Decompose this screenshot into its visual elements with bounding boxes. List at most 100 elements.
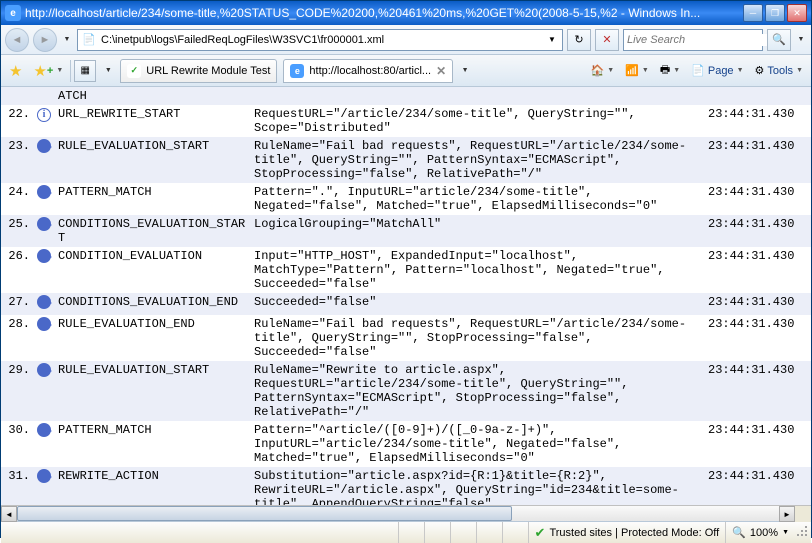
minimize-button[interactable]: ─ <box>743 4 763 22</box>
address-bar[interactable]: 📄 ▼ <box>77 29 563 51</box>
trace-bullet-icon <box>37 469 51 483</box>
tab-1[interactable]: ✓ URL Rewrite Module Test <box>120 59 277 83</box>
scroll-thumb[interactable] <box>17 506 512 521</box>
scroll-left-button[interactable]: ◄ <box>1 506 17 522</box>
row-icon <box>33 215 55 247</box>
zoom-value: 100% <box>750 527 778 539</box>
table-row: 24.PATTERN_MATCHPattern=".", InputURL="a… <box>1 183 811 215</box>
event-time: 23:44:31.430 <box>705 105 811 137</box>
table-row: 28. RULE_EVALUATION_ENDRuleName="Fail bad… <box>1 315 811 361</box>
event-time: 23:44:31.430 <box>705 315 811 361</box>
row-icon <box>33 293 55 315</box>
address-dropdown[interactable]: ▼ <box>544 35 560 44</box>
horizontal-scrollbar[interactable]: ◄ ► <box>1 505 811 521</box>
refresh-button[interactable]: ↻ <box>567 29 591 51</box>
event-description: LogicalGrouping="MatchAll" <box>251 215 705 247</box>
row-number: 30. <box>1 421 33 467</box>
event-name: URL_REWRITE_START <box>55 105 251 137</box>
tab-2[interactable]: e http://localhost:80/articl... ✕ <box>283 59 453 83</box>
event-description: RuleName="Fail bad requests", RequestURL… <box>251 315 705 361</box>
event-description: RuleName="Fail bad requests", RequestURL… <box>251 137 705 183</box>
check-icon: ✔ <box>535 525 546 541</box>
resize-grip[interactable] <box>795 526 811 540</box>
trace-bullet-icon <box>37 185 51 199</box>
table-row: 29.RULE_EVALUATION_STARTRuleName="Rewrit… <box>1 361 811 421</box>
event-name: RULE_EVALUATION_START <box>55 361 251 421</box>
event-description: RuleName="Rewrite to article.aspx", Requ… <box>251 361 705 421</box>
tab-label: http://localhost:80/articl... <box>309 65 431 77</box>
statusbar: ✔ Trusted sites | Protected Mode: Off 🔍 … <box>1 521 811 543</box>
table-row: 30.PATTERN_MATCHPattern="^article/([0-9]… <box>1 421 811 467</box>
ie-icon: e <box>290 64 304 78</box>
history-dropdown[interactable]: ▼ <box>61 30 73 50</box>
event-name: CONDITIONS_EVALUATION_END <box>55 293 251 315</box>
event-name: RULE_EVALUATION_START <box>55 137 251 183</box>
event-time <box>705 87 811 105</box>
home-button[interactable]: 🏠▼ <box>587 60 619 82</box>
event-description: Pattern=".", InputURL="article/234/some-… <box>251 183 705 215</box>
scroll-right-button[interactable]: ► <box>779 506 795 522</box>
status-panel <box>424 522 450 543</box>
table-row: 26.CONDITION_EVALUATIONInput="HTTP_HOST"… <box>1 247 811 293</box>
search-provider-dropdown[interactable]: ▼ <box>795 30 807 50</box>
back-button[interactable]: ◄ <box>5 28 29 52</box>
event-time: 23:44:31.430 <box>705 293 811 315</box>
chevron-down-icon[interactable]: ▼ <box>782 529 789 536</box>
add-favorite-button[interactable]: ★+▼ <box>29 60 67 82</box>
page-menu[interactable]: 📄Page▼ <box>687 60 747 82</box>
separator <box>70 60 71 82</box>
event-description: Input="HTTP_HOST", ExpandedInput="localh… <box>251 247 705 293</box>
address-input[interactable] <box>98 34 544 46</box>
forward-button[interactable]: ► <box>33 28 57 52</box>
row-icon <box>33 137 55 183</box>
table-row: 27.CONDITIONS_EVALUATION_ENDSucceeded="f… <box>1 293 811 315</box>
status-panel <box>398 522 424 543</box>
event-name: PATTERN_MATCH <box>55 421 251 467</box>
event-name: REWRITE_ACTION <box>55 467 251 505</box>
zoom-icon: 🔍 <box>732 526 746 539</box>
event-time: 23:44:31.430 <box>705 467 811 505</box>
restore-button[interactable]: ❐ <box>765 4 785 22</box>
row-icon <box>33 87 55 105</box>
ie-icon: ✓ <box>127 64 141 78</box>
row-number: 22. <box>1 105 33 137</box>
trace-bullet-icon <box>37 249 51 263</box>
quick-tabs-dropdown[interactable]: ▼ <box>102 61 114 81</box>
event-time: 23:44:31.430 <box>705 421 811 467</box>
nav-toolbar: ◄ ► ▼ 📄 ▼ ↻ ✕ 🔍 ▼ <box>1 25 811 55</box>
zoom-control[interactable]: 🔍 100% ▼ <box>725 522 795 543</box>
security-zone[interactable]: ✔ Trusted sites | Protected Mode: Off <box>528 522 726 543</box>
search-box[interactable] <box>623 29 763 51</box>
row-number: 28. <box>1 315 33 361</box>
search-input[interactable] <box>627 34 770 46</box>
search-button[interactable]: 🔍 <box>767 29 791 51</box>
event-name: PATTERN_MATCH <box>55 183 251 215</box>
event-time: 23:44:31.430 <box>705 183 811 215</box>
table-row: ATCH <box>1 87 811 105</box>
quick-tabs-button[interactable]: ▦ <box>74 60 96 82</box>
row-icon <box>33 183 55 215</box>
event-time: 23:44:31.430 <box>705 361 811 421</box>
tools-menu[interactable]: ⚙Tools▼ <box>751 60 808 82</box>
content-area[interactable]: ATCH22.iURL_REWRITE_STARTRequestURL="/ar… <box>1 87 811 505</box>
event-name: RULE_EVALUATION_END <box>55 315 251 361</box>
row-icon <box>33 361 55 421</box>
print-button[interactable]: 🖶▼ <box>656 60 684 82</box>
event-description: Substitution="article.aspx?id={R:1}&titl… <box>251 467 705 505</box>
scroll-track[interactable] <box>17 506 779 521</box>
tab-label: URL Rewrite Module Test <box>146 65 270 77</box>
event-time: 23:44:31.430 <box>705 215 811 247</box>
window-title: http://localhost/article/234/some-title,… <box>25 6 743 20</box>
stop-button[interactable]: ✕ <box>595 29 619 51</box>
table-row: 23.RULE_EVALUATION_STARTRuleName="Fail b… <box>1 137 811 183</box>
favorites-button[interactable]: ★ <box>5 60 26 82</box>
trace-bullet-icon <box>37 139 51 153</box>
event-time: 23:44:31.430 <box>705 137 811 183</box>
row-number: 25. <box>1 215 33 247</box>
tab-close-button[interactable]: ✕ <box>436 64 446 78</box>
new-tab-button[interactable]: ▼ <box>459 61 471 81</box>
row-icon <box>33 247 55 293</box>
feeds-button[interactable]: 📶▼ <box>621 60 653 82</box>
close-button[interactable]: ✕ <box>787 4 807 22</box>
status-panel <box>450 522 476 543</box>
